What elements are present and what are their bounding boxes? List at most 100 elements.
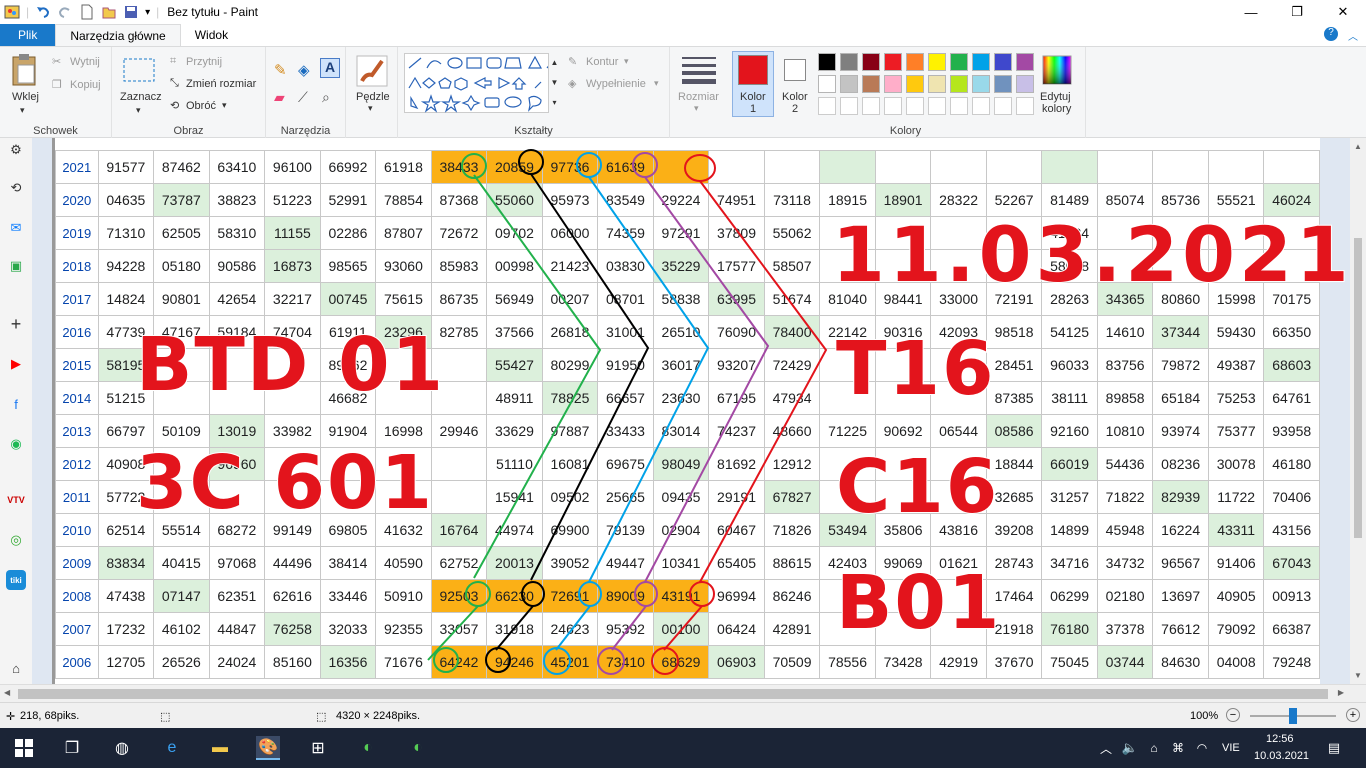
palette-color-swatch[interactable] — [928, 75, 946, 93]
wifi-icon[interactable]: ◠ — [1190, 736, 1214, 760]
spotify-icon[interactable]: ◉ — [6, 434, 26, 454]
palette-color-swatch[interactable] — [862, 53, 880, 71]
tab-home[interactable]: Narzędzia główne — [55, 24, 181, 46]
size-icon[interactable] — [682, 55, 716, 88]
color-picker-icon[interactable]: ⟋ — [298, 89, 308, 106]
vertical-scrollbar[interactable]: ▲ ▼ — [1350, 138, 1366, 684]
palette-color-swatch[interactable] — [884, 53, 902, 71]
customize-toolbar-icon[interactable]: ▾ — [145, 7, 150, 18]
notifications-icon[interactable]: ▤ — [1322, 736, 1346, 760]
fill-dropdown-icon[interactable]: ▾ — [654, 78, 659, 89]
scroll-left-icon[interactable]: ◀ — [4, 688, 10, 697]
paint-taskbar-icon[interactable]: 🎨 — [256, 736, 280, 760]
custom-color-slot[interactable] — [928, 97, 946, 115]
windows-start-icon[interactable] — [12, 736, 36, 760]
history-icon[interactable]: ⟲ — [6, 178, 26, 198]
vertical-scroll-thumb[interactable] — [1354, 238, 1362, 538]
outline-button[interactable]: Kontur — [586, 56, 618, 68]
edit-colors-icon[interactable] — [1042, 55, 1072, 88]
color2-swatch[interactable] — [784, 59, 806, 81]
edge-icon[interactable]: e — [160, 736, 184, 760]
palette-color-swatch[interactable] — [906, 53, 924, 71]
language-indicator[interactable]: VIE — [1222, 742, 1240, 754]
rotate-dropdown-icon[interactable]: ▾ — [222, 100, 227, 111]
size-button[interactable]: Rozmiar — [678, 91, 719, 103]
custom-color-slot[interactable] — [862, 97, 880, 115]
paste-button[interactable]: Wklej — [12, 91, 39, 103]
new-file-icon[interactable] — [79, 4, 95, 20]
paste-dropdown-icon[interactable]: ▾ — [20, 105, 25, 116]
zoom-in-button[interactable]: + — [1346, 708, 1360, 722]
tiki-icon[interactable]: tiki — [6, 570, 26, 590]
clock-date[interactable]: 10.03.2021 — [1254, 750, 1309, 762]
save-icon[interactable] — [123, 4, 139, 20]
input-method-icon[interactable]: ⌘ — [1166, 736, 1190, 760]
taskbar-app-icon[interactable]: ◍ — [110, 736, 134, 760]
fill-button[interactable]: Wypełnienie — [586, 78, 646, 90]
resize-button[interactable]: Zmień rozmiar — [186, 78, 256, 90]
brushes-dropdown-icon[interactable]: ▾ — [368, 103, 373, 114]
palette-color-swatch[interactable] — [862, 75, 880, 93]
select-dropdown-icon[interactable]: ▾ — [136, 105, 141, 116]
custom-color-slot[interactable] — [884, 97, 902, 115]
map-icon[interactable]: ◎ — [6, 530, 26, 550]
palette-color-swatch[interactable] — [972, 75, 990, 93]
file-explorer-icon[interactable]: ▬ — [208, 736, 232, 760]
tab-file[interactable]: Plik — [0, 24, 56, 46]
magnifier-icon[interactable]: ⌕ — [322, 89, 330, 106]
notification-icon[interactable]: ⌂ — [6, 658, 26, 678]
paste-icon[interactable] — [10, 53, 40, 90]
game-icon[interactable]: ▣ — [6, 256, 26, 276]
palette-color-swatch[interactable] — [994, 53, 1012, 71]
zoom-slider-thumb[interactable] — [1289, 708, 1297, 724]
palette-color-swatch[interactable] — [1016, 75, 1034, 93]
palette-color-swatch[interactable] — [906, 75, 924, 93]
clock-time[interactable]: 12:56 — [1266, 733, 1294, 745]
ribbon-collapse-icon[interactable]: ︿ — [1348, 28, 1358, 43]
custom-color-slot[interactable] — [906, 97, 924, 115]
settings-icon[interactable]: ⚙ — [6, 140, 26, 160]
messenger-icon[interactable]: ✉ — [6, 218, 26, 238]
coccoc-icon-2[interactable]: ◐ — [406, 736, 430, 760]
minimize-button[interactable]: — — [1228, 0, 1274, 24]
palette-color-swatch[interactable] — [840, 75, 858, 93]
brush-icon[interactable] — [356, 55, 388, 90]
maximize-button[interactable]: ❐ — [1274, 0, 1320, 24]
show-hidden-icons[interactable]: ︿ — [1094, 736, 1118, 760]
tab-view[interactable]: Widok — [181, 24, 242, 46]
custom-color-slot[interactable] — [994, 97, 1012, 115]
custom-color-slot[interactable] — [818, 97, 836, 115]
select-icon[interactable] — [122, 57, 156, 86]
copy-button[interactable]: Kopiuj — [70, 79, 101, 91]
paint-app-icon[interactable] — [4, 4, 20, 20]
palette-color-swatch[interactable] — [818, 75, 836, 93]
custom-color-slot[interactable] — [972, 97, 990, 115]
cut-button[interactable]: Wytnij — [70, 56, 100, 68]
fill-bucket-icon[interactable]: ◈ — [298, 61, 310, 79]
brushes-button[interactable]: Pędzle — [356, 91, 390, 103]
scroll-up-icon[interactable]: ▲ — [1354, 142, 1362, 151]
zoom-out-button[interactable]: − — [1226, 708, 1240, 722]
crop-button[interactable]: Przytnij — [186, 56, 222, 68]
rotate-button[interactable]: Obróć — [186, 100, 216, 112]
select-button[interactable]: Zaznacz — [120, 91, 162, 103]
pencil-icon[interactable]: ✎ — [274, 61, 287, 79]
network-icon[interactable]: ⌂ — [1142, 736, 1166, 760]
text-tool-icon[interactable]: A — [320, 58, 340, 78]
palette-color-swatch[interactable] — [972, 53, 990, 71]
vtv-icon[interactable]: VTV — [6, 490, 26, 510]
close-button[interactable]: ✕ — [1320, 0, 1366, 24]
palette-color-swatch[interactable] — [950, 53, 968, 71]
edit-colors-button[interactable]: Edytuj — [1040, 91, 1071, 103]
volume-icon[interactable]: 🔈 — [1118, 736, 1142, 760]
palette-color-swatch[interactable] — [884, 75, 902, 93]
palette-color-swatch[interactable] — [840, 53, 858, 71]
coccoc-icon[interactable]: ◐ — [356, 736, 380, 760]
open-file-icon[interactable] — [101, 4, 117, 20]
size-dropdown-icon[interactable]: ▾ — [694, 103, 699, 114]
add-icon[interactable]: + — [6, 314, 26, 334]
palette-color-swatch[interactable] — [1016, 53, 1034, 71]
scroll-down-icon[interactable]: ▼ — [1354, 671, 1362, 680]
undo-icon[interactable] — [35, 4, 51, 20]
palette-color-swatch[interactable] — [818, 53, 836, 71]
